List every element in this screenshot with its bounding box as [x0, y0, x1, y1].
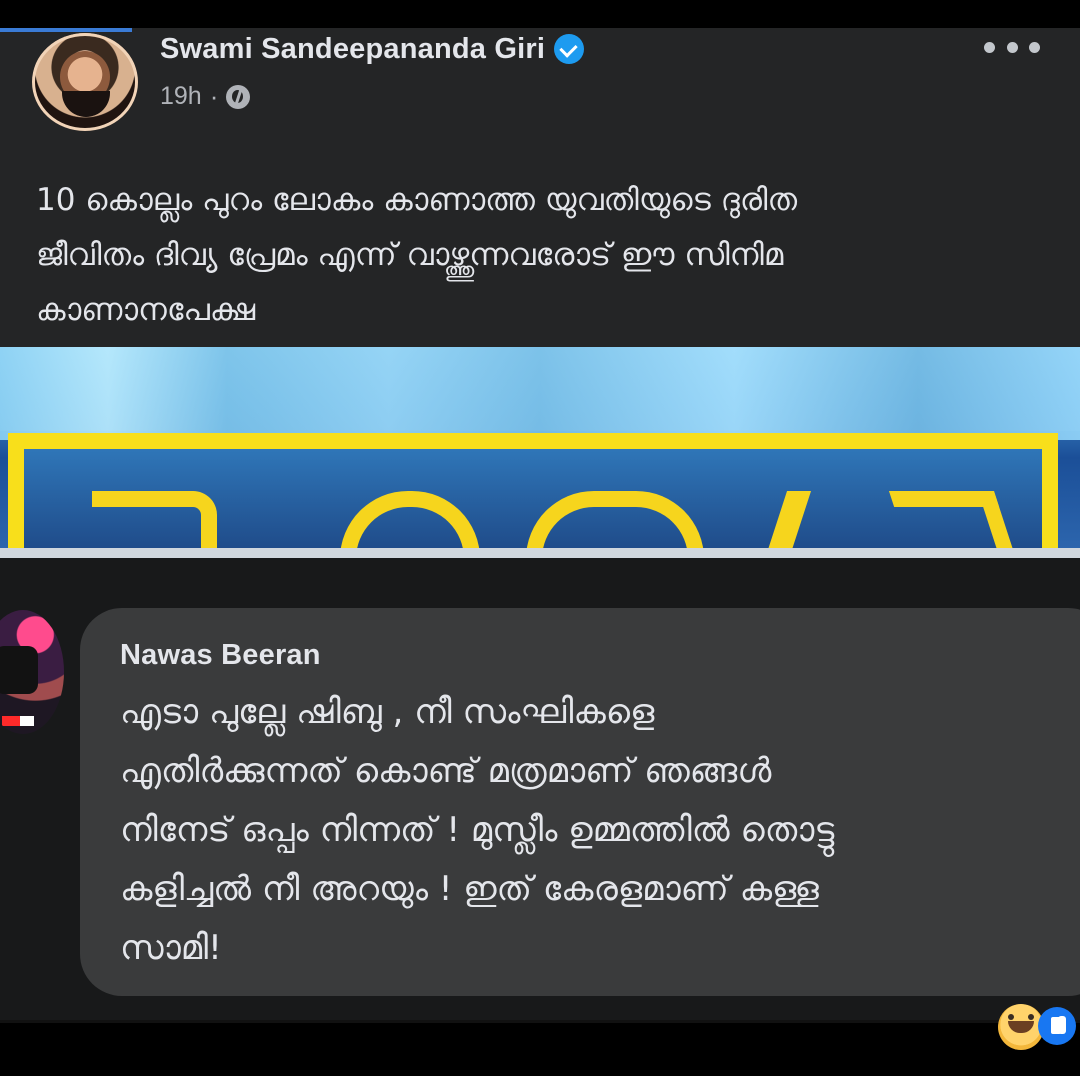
comment-author[interactable]: Nawas Beeran — [120, 639, 321, 672]
header-blue-strip — [0, 28, 132, 32]
image-partial-letter — [888, 491, 1017, 548]
facebook-post-screenshot: Swami Sandeepananda Giri 19h · 10 കൊല്ലം… — [0, 0, 1080, 1076]
author-name[interactable]: Swami Sandeepananda Giri — [160, 33, 545, 66]
more-dot-icon — [1029, 41, 1040, 53]
bottom-black-bar — [0, 1023, 1080, 1076]
author-avatar[interactable] — [32, 33, 138, 131]
comment-bubble: Nawas Beeran എടാ പുല്ലേ ഷിബു , നീ സംഘികള… — [80, 608, 1080, 996]
more-options-icon[interactable] — [984, 37, 1040, 57]
comment-text: എടാ പുല്ലേ ഷിബു , നീ സംഘികളെ എതിർക്കുന്ന… — [120, 692, 835, 968]
comment-section: Nawas Beeran എടാ പുല്ലേ ഷിബു , നീ സംഘികള… — [0, 558, 1080, 1023]
like-reaction-icon[interactable] — [1038, 1007, 1076, 1045]
meta-separator: · — [209, 81, 219, 111]
top-black-edge — [0, 0, 1080, 28]
globe-icon — [226, 84, 251, 109]
more-dot-icon — [1006, 41, 1018, 53]
image-partial-letter — [92, 491, 217, 548]
post-meta-row: 19h · — [160, 81, 251, 112]
image-sky-band — [0, 347, 1080, 440]
section-divider — [0, 548, 1080, 558]
post-image-preview[interactable] — [0, 347, 1080, 548]
author-name-row[interactable]: Swami Sandeepananda Giri — [160, 30, 584, 68]
post-time[interactable]: 19h — [160, 82, 202, 111]
commenter-avatar[interactable] — [0, 610, 64, 734]
verified-badge-icon — [555, 35, 584, 63]
more-dot-icon — [984, 41, 995, 53]
post-card: Swami Sandeepananda Giri 19h · 10 കൊല്ലം… — [0, 28, 1080, 347]
post-text: 10 കൊല്ലം പുറം ലോകം കാണാത്ത യുവതിയുടെ ദു… — [36, 182, 798, 328]
